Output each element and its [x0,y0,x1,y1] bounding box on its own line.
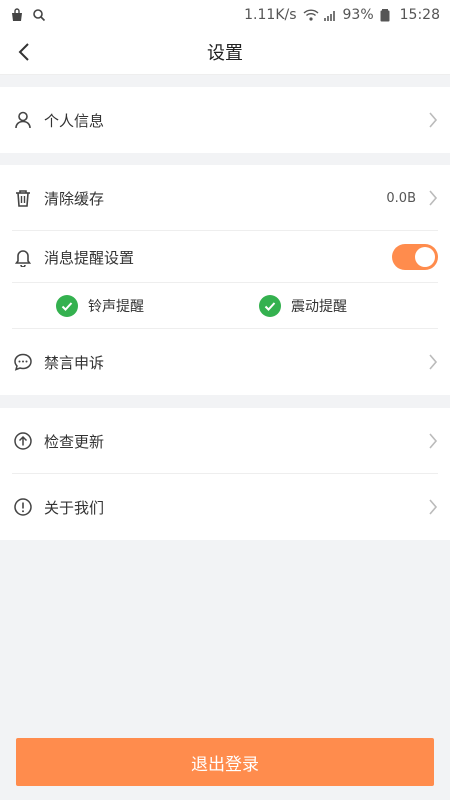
chevron-right-icon [429,190,438,206]
row-about-us[interactable]: 关于我们 [0,474,450,540]
arrow-up-circle-icon [12,430,34,452]
logout-button[interactable]: 退出登录 [16,738,434,786]
row-mute-appeal[interactable]: 禁言申诉 [0,329,450,395]
row-label: 个人信息 [44,111,105,130]
row-label: 消息提醒设置 [44,248,135,267]
chevron-right-icon [429,112,438,128]
group-about: 检查更新 关于我们 [0,408,450,540]
row-notification-settings: 消息提醒设置 [0,231,450,283]
row-personal-info[interactable]: 个人信息 [0,87,450,153]
search-icon [32,8,46,22]
network-speed: 1.11K/s [244,7,297,23]
user-icon [12,109,34,131]
toggle-knob [415,247,435,267]
row-label: 关于我们 [44,498,105,517]
signal-icon [323,8,337,22]
info-circle-icon [12,496,34,518]
row-clear-cache[interactable]: 清除缓存 0.0B [0,165,450,231]
clock: 15:28 [399,7,440,23]
option-label: 震动提醒 [291,299,347,315]
check-icon [56,295,78,317]
row-label: 检查更新 [44,432,105,451]
row-check-update[interactable]: 检查更新 [0,408,450,474]
chat-bubble-icon [12,351,34,373]
chevron-right-icon [429,354,438,370]
chevron-left-icon [18,43,29,61]
group-settings: 清除缓存 0.0B 消息提醒设置 铃声提醒 震动提醒 禁言申诉 [0,165,450,395]
notification-options: 铃声提醒 震动提醒 [0,283,450,329]
status-left [10,8,46,22]
row-label: 清除缓存 [44,189,105,208]
cache-size: 0.0B [386,190,416,206]
trash-icon [12,187,34,209]
app-header: 设置 [0,30,450,75]
page-title: 设置 [207,43,243,64]
wifi-icon [303,8,319,22]
battery-icon [380,8,394,22]
shopping-bag-icon [10,8,24,22]
chevron-right-icon [429,433,438,449]
group-profile: 个人信息 [0,87,450,153]
ringtone-option[interactable]: 铃声提醒 [56,295,144,317]
bell-icon [12,246,34,268]
vibrate-option[interactable]: 震动提醒 [259,295,347,317]
row-label: 禁言申诉 [44,353,105,372]
option-label: 铃声提醒 [88,299,144,315]
status-bar: 1.11K/s 93% 15:28 [0,0,450,30]
check-icon [259,295,281,317]
status-right: 1.11K/s 93% 15:28 [244,7,440,23]
chevron-right-icon [429,499,438,515]
battery-percent: 93% [342,7,374,23]
notification-toggle[interactable] [392,244,438,270]
back-button[interactable] [8,36,40,68]
